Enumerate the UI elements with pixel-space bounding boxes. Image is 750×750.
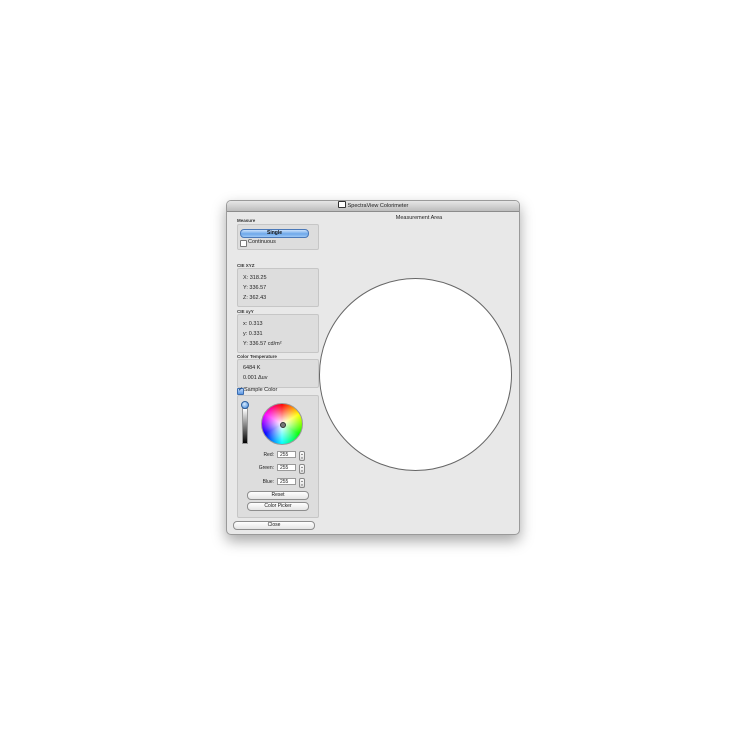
cct-value: 6484 K	[243, 365, 261, 371]
cie-xyz-z-value: Z: 362.43	[243, 295, 267, 301]
red-label: Red:	[263, 452, 274, 458]
green-label: Green:	[258, 465, 274, 471]
green-field[interactable]: 255	[277, 464, 296, 471]
color-wheel-knob[interactable]	[280, 422, 286, 428]
window-titlebar[interactable]: SpectraView Colorimeter	[227, 201, 519, 212]
cie-xyy-y-value: y: 0.331	[243, 331, 263, 337]
sample-color-label[interactable]: Sample Color	[244, 387, 277, 393]
color-temperature-group: 6484 K 0.001 Δuv	[237, 359, 319, 388]
color-wheel-icon[interactable]	[261, 403, 303, 445]
continuous-checkbox[interactable]	[240, 240, 247, 247]
continuous-label[interactable]: Continuous	[248, 239, 276, 245]
close-button[interactable]: Close	[233, 521, 315, 530]
color-picker-button[interactable]: Color Picker	[247, 502, 309, 511]
measurement-area-circle	[319, 278, 512, 471]
cie-xyz-x-value: X: 318.25	[243, 275, 267, 281]
measurement-area-title: Measurement Area	[395, 215, 443, 221]
single-button[interactable]: Single	[240, 229, 309, 238]
blue-stepper-icon[interactable]: ▴ ▾	[299, 478, 305, 488]
duv-value: 0.001 Δuv	[243, 375, 268, 381]
cie-xyy-luminance-value: Y: 336.57 cd/m²	[243, 341, 282, 347]
cie-xyz-y-value: Y: 336.57	[243, 285, 267, 291]
measure-group: Single Continuous	[237, 224, 319, 250]
app-icon	[337, 201, 346, 209]
brightness-slider-icon[interactable]	[242, 408, 248, 444]
sample-color-group: Red: 255 ▴ ▾ Green: 255 ▴ ▾ Blue: 255 ▴ ▾ R…	[237, 395, 319, 518]
cie-xyz-group: X: 318.25 Y: 336.57 Z: 362.43	[237, 268, 319, 307]
cie-xyy-x-value: x: 0.313	[243, 321, 263, 327]
blue-field[interactable]: 255	[277, 478, 296, 485]
green-stepper-icon[interactable]: ▴ ▾	[299, 464, 305, 474]
red-field[interactable]: 255	[277, 451, 296, 458]
sample-color-checkbox[interactable]	[237, 386, 244, 395]
red-stepper-icon[interactable]: ▴ ▾	[299, 451, 305, 461]
brightness-slider-knob[interactable]	[241, 401, 249, 409]
left-panel: Measure Single Continuous CIE XYZ X: 318…	[231, 213, 319, 531]
measure-label: Measure	[237, 218, 256, 223]
cie-xyy-group: x: 0.313 y: 0.331 Y: 336.57 cd/m²	[237, 314, 319, 353]
reset-button[interactable]: Reset	[247, 491, 309, 500]
window-title: SpectraView Colorimeter	[347, 203, 409, 209]
colorimeter-window: SpectraView Colorimeter Measure Single C…	[226, 200, 520, 535]
blue-label: Blue:	[262, 479, 274, 485]
